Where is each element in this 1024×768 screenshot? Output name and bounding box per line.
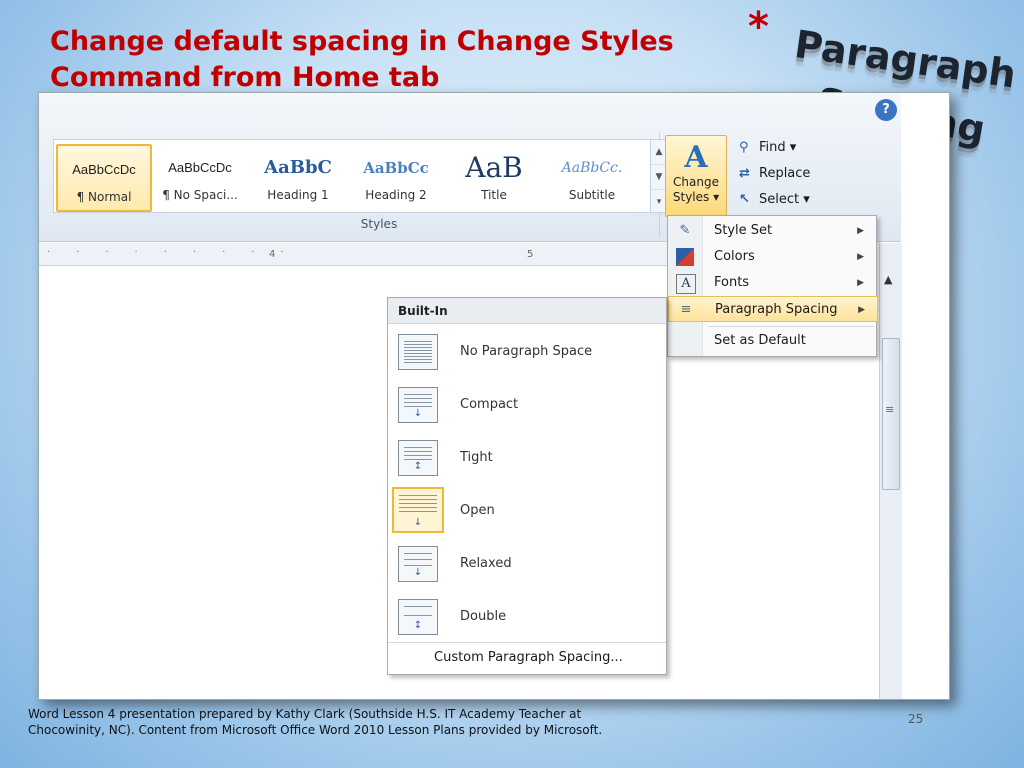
style-name: ¶ Normal: [76, 190, 132, 204]
spacing-option-label: Tight: [460, 450, 493, 465]
ruler-dots: ·········: [47, 247, 310, 258]
credit-text: Word Lesson 4 presentation prepared by K…: [28, 706, 678, 738]
style-name: Subtitle: [568, 188, 616, 202]
spacing-preview-icon: ↓: [398, 546, 438, 582]
menu-item-label: Set as Default: [714, 333, 806, 348]
change-styles-button[interactable]: A Change Styles ▾: [665, 135, 727, 217]
style-name: ¶ No Spaci...: [162, 188, 238, 202]
select-label: Select ▾: [759, 192, 810, 207]
menu-item-colors[interactable]: Colors ▶: [668, 244, 876, 270]
style-name: Heading 2: [365, 188, 427, 202]
submenu-header: Built-In: [388, 298, 666, 324]
spacing-option-double[interactable]: ↕ Double: [388, 591, 666, 644]
change-styles-icon: A: [684, 140, 708, 175]
help-icon[interactable]: ?: [875, 99, 897, 121]
spacing-option-label: Double: [460, 609, 507, 624]
spacing-option-label: No Paragraph Space: [460, 344, 593, 359]
corner-asterisk: *: [748, 4, 769, 50]
style-no-spacing[interactable]: AaBbCcDc ¶ No Spaci...: [154, 144, 246, 208]
submenu-arrow-icon: ▶: [857, 252, 864, 262]
submenu-separator: [388, 642, 666, 643]
binoculars-icon: ⚲: [739, 140, 749, 155]
spacing-option-compact[interactable]: ↓ Compact: [388, 379, 666, 432]
style-subtitle[interactable]: AaBbCc. Subtitle: [546, 144, 638, 208]
replace-button[interactable]: ⇄ Replace: [739, 161, 839, 187]
spacing-option-label: Relaxed: [460, 556, 512, 571]
style-name: Heading 1: [267, 188, 329, 202]
style-sample: AaBbCcDc: [72, 162, 136, 177]
spacing-option-label: Compact: [460, 397, 519, 412]
menu-item-fonts[interactable]: A Fonts ▶: [668, 270, 876, 296]
style-heading-2[interactable]: AaBbCc Heading 2: [350, 144, 442, 208]
style-title[interactable]: AaB Title: [448, 144, 540, 208]
submenu-arrow-icon: ▶: [857, 278, 864, 288]
spacing-arrow-icon: ↓: [413, 408, 423, 419]
submenu-arrow-icon: ▶: [858, 305, 865, 315]
styles-gallery: AaBbCcDc ¶ Normal AaBbCcDc ¶ No Spaci...…: [53, 139, 667, 215]
find-button[interactable]: ⚲ Find ▾: [739, 135, 839, 161]
spacing-preview-icon: [398, 334, 438, 370]
style-sample: AaBbCc: [363, 159, 429, 177]
ruler-mark-5: 5: [527, 249, 534, 260]
fonts-icon: A: [676, 274, 696, 294]
spacing-preview-icon: ↕: [398, 599, 438, 635]
style-normal[interactable]: AaBbCcDc ¶ Normal: [56, 144, 152, 212]
styles-group-label: Styles: [360, 217, 398, 231]
style-heading-1[interactable]: AaBbC Heading 1: [252, 144, 344, 208]
menu-item-style-set[interactable]: ✎ Style Set ▶: [668, 218, 876, 244]
slide-title: Change default spacing in Change Styles …: [50, 24, 730, 96]
spacing-preview-icon: ↓: [398, 387, 438, 423]
horizontal-ruler: 4 5 ·········: [39, 243, 669, 266]
vertical-scrollbar[interactable]: ▲ ≡: [879, 243, 902, 699]
change-styles-label-1: Change: [673, 175, 719, 189]
menu-separator: [708, 326, 874, 327]
slide-title-line1: Change default spacing in Change Styles: [50, 26, 674, 57]
credit-line1: Word Lesson 4 presentation prepared by K…: [28, 707, 582, 721]
style-sample: AaBbCc.: [561, 160, 623, 176]
style-sample: AaBbC: [264, 157, 332, 178]
menu-item-set-as-default[interactable]: Set as Default: [668, 328, 876, 354]
style-set-icon: ✎: [679, 223, 691, 238]
editing-group: ⚲ Find ▾ ⇄ Replace ↖ Select ▾: [739, 135, 839, 213]
style-sample: AaB: [465, 154, 523, 182]
menu-item-label: Style Set: [714, 223, 773, 238]
change-styles-menu: ✎ Style Set ▶ Colors ▶ A Fonts ▶ ≡ Parag…: [667, 215, 878, 357]
spacing-arrow-icon: ↓: [413, 567, 423, 578]
submenu-arrow-icon: ▶: [857, 226, 864, 236]
spacing-option-label: Open: [460, 503, 495, 518]
cursor-icon: ↖: [739, 192, 750, 207]
custom-paragraph-spacing-item[interactable]: Custom Paragraph Spacing...: [434, 650, 623, 665]
page-number: 25: [908, 712, 924, 726]
paragraph-spacing-icon: ≡: [680, 302, 692, 317]
style-name: Title: [481, 188, 507, 202]
spacing-arrow-icon: ↕: [413, 620, 423, 631]
style-sample: AaBbCcDc: [168, 160, 232, 175]
spacing-arrow-icon: ↕: [413, 461, 423, 472]
styles-group: AaBbCcDc ¶ Normal AaBbCcDc ¶ No Spaci...…: [49, 133, 667, 237]
menu-item-label: Colors: [714, 249, 755, 264]
scroll-up-icon[interactable]: ▲: [884, 273, 892, 286]
spacing-arrow-icon: ↓: [413, 517, 423, 528]
replace-label: Replace: [759, 166, 811, 181]
menu-item-label: Paragraph Spacing: [715, 302, 838, 317]
menu-item-paragraph-spacing[interactable]: ≡ Paragraph Spacing ▶: [668, 296, 878, 322]
select-button[interactable]: ↖ Select ▾: [739, 187, 839, 213]
paragraph-spacing-submenu: Built-In No Paragraph Space ↓ Compact ↕ …: [387, 297, 667, 675]
grip-icon: ≡: [885, 403, 895, 416]
spacing-preview-icon: ↕: [398, 440, 438, 476]
change-styles-label-2: Styles ▾: [672, 190, 720, 204]
credit-line2: Chocowinity, NC). Content from Microsoft…: [28, 723, 603, 737]
replace-icon: ⇄: [739, 166, 750, 181]
menu-item-label: Fonts: [714, 275, 750, 290]
spacing-option-relaxed[interactable]: ↓ Relaxed: [388, 538, 666, 591]
find-label: Find ▾: [759, 140, 797, 155]
spacing-option-tight[interactable]: ↕ Tight: [388, 432, 666, 485]
spacing-option-open[interactable]: ↓ Open: [388, 485, 666, 538]
word-screenshot: ? AaBbCcDc ¶ Normal AaBbCcDc ¶ No Spaci.…: [38, 92, 950, 700]
colors-icon: [676, 248, 694, 266]
spacing-option-no-paragraph-space[interactable]: No Paragraph Space: [388, 326, 666, 379]
slide-title-line2: Command from Home tab: [50, 62, 440, 93]
spacing-preview-icon: ↓: [392, 487, 444, 533]
